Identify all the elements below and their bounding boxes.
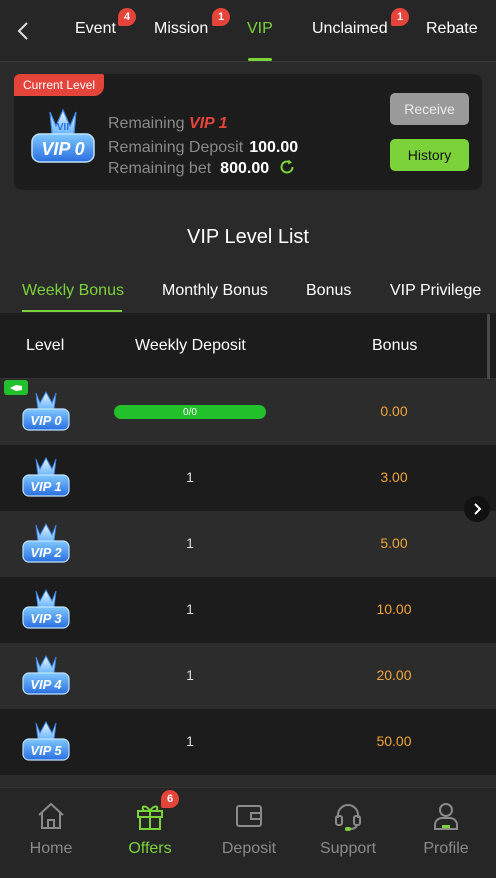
table-row: VIP 1 1 3.00 bbox=[0, 445, 496, 511]
vip-1-badge-icon: VIP 1 bbox=[22, 456, 70, 497]
top-nav: Event 4 Mission 1 VIP Unclaimed 1 Rebate bbox=[0, 0, 496, 62]
chevron-left-icon bbox=[17, 22, 28, 40]
home-icon bbox=[38, 802, 64, 829]
deposit-value: 1 bbox=[186, 601, 194, 617]
headset-icon bbox=[335, 804, 361, 831]
mission-badge: 1 bbox=[212, 8, 230, 26]
history-button[interactable]: History bbox=[390, 139, 469, 171]
bonus-value: 20.00 bbox=[376, 667, 412, 683]
tab-monthly-bonus[interactable]: Monthly Bonus bbox=[162, 282, 268, 300]
nav-deposit-label: Deposit bbox=[221, 840, 277, 857]
vip-3-badge-icon: VIP 3 bbox=[22, 588, 70, 629]
bonus-value: 3.00 bbox=[380, 469, 408, 485]
remaining-deposit-line: Remaining Deposit 100.00 bbox=[108, 139, 299, 156]
chevron-right-icon bbox=[474, 503, 482, 515]
offers-badge: 6 bbox=[161, 790, 179, 808]
remaining-deposit-value: 100.00 bbox=[249, 139, 299, 156]
deposit-value: 1 bbox=[186, 667, 194, 683]
svg-text:VII: VII bbox=[57, 122, 69, 133]
nav-home[interactable]: Home bbox=[6, 788, 96, 878]
scroll-right-button[interactable] bbox=[464, 496, 490, 522]
tab-mission[interactable]: Mission bbox=[154, 20, 208, 38]
event-badge: 4 bbox=[118, 8, 136, 26]
weekly-deposit-progress-bar: 0/0 bbox=[114, 405, 266, 419]
vip-4-badge-icon: VIP 4 bbox=[22, 654, 70, 695]
vip-level-badge-text: VIP 0 bbox=[41, 139, 84, 159]
svg-text:VIP 5: VIP 5 bbox=[30, 743, 62, 758]
table-row: VIP 2 1 5.00 bbox=[0, 511, 496, 577]
table-row-partial bbox=[0, 775, 496, 787]
column-level: Level bbox=[26, 337, 65, 354]
svg-text:VIP 3: VIP 3 bbox=[30, 611, 62, 626]
receive-button[interactable]: Receive bbox=[390, 93, 469, 125]
unclaimed-badge: 1 bbox=[391, 8, 409, 26]
table-header: Level Weekly Deposit Bonus bbox=[0, 313, 496, 379]
vip-2-badge-icon: VIP 2 bbox=[22, 522, 70, 563]
weekly-bonus-underline bbox=[22, 310, 122, 312]
svg-text:VIP 0: VIP 0 bbox=[30, 413, 62, 428]
tab-unclaimed[interactable]: Unclaimed bbox=[312, 20, 388, 38]
progress-text: 0/0 bbox=[183, 406, 197, 418]
bottom-nav: Home 6 Offers Deposit Support Profile bbox=[0, 787, 496, 878]
remaining-level-line: Remaining VIP 1 bbox=[108, 115, 228, 132]
vip-5-badge-icon: VIP 5 bbox=[22, 720, 70, 761]
tab-weekly-bonus[interactable]: Weekly Bonus bbox=[22, 282, 124, 300]
user-icon bbox=[434, 803, 458, 830]
nav-support-label: Support bbox=[319, 840, 377, 857]
vip-level-list-title: VIP Level List bbox=[187, 226, 309, 248]
table-row: VIP 5 1 50.00 bbox=[0, 709, 496, 775]
current-level-card: Current Level VII VIP 0 Remaining VIP 1 … bbox=[14, 74, 482, 190]
svg-text:VIP 4: VIP 4 bbox=[30, 677, 62, 692]
deposit-value: 1 bbox=[186, 733, 194, 749]
nav-profile[interactable]: Profile bbox=[401, 788, 491, 878]
nav-offers-label: Offers bbox=[128, 840, 172, 857]
tab-bonus[interactable]: Bonus bbox=[306, 282, 351, 300]
column-weekly-deposit: Weekly Deposit bbox=[135, 337, 246, 354]
wallet-icon bbox=[236, 805, 262, 827]
bonus-value: 50.00 bbox=[376, 733, 412, 749]
table-row: VIP 0 0/0 0.00 bbox=[0, 379, 496, 445]
tab-event[interactable]: Event bbox=[75, 20, 116, 38]
column-bonus: Bonus bbox=[372, 337, 418, 354]
nav-home-label: Home bbox=[29, 840, 73, 857]
tab-vip[interactable]: VIP bbox=[247, 20, 273, 38]
tab-vip-privilege[interactable]: VIP Privilege bbox=[390, 282, 481, 300]
nav-support[interactable]: Support bbox=[303, 788, 393, 878]
remaining-bet-value: 800.00 bbox=[220, 160, 270, 177]
deposit-value: 1 bbox=[186, 469, 194, 485]
remaining-bet-line: Remaining bet 800.00 bbox=[108, 158, 296, 178]
tab-vip-underline bbox=[248, 58, 272, 61]
vip-0-badge-icon: VIP 0 bbox=[22, 390, 70, 431]
bonus-value: 0.00 bbox=[380, 403, 408, 419]
nav-profile-label: Profile bbox=[423, 840, 469, 857]
deposit-value: 1 bbox=[186, 535, 194, 551]
nav-deposit[interactable]: Deposit bbox=[204, 788, 294, 878]
nav-offers[interactable]: 6 Offers bbox=[105, 788, 195, 878]
table-row: VIP 3 1 10.00 bbox=[0, 577, 496, 643]
bonus-value: 10.00 bbox=[376, 601, 412, 617]
back-button[interactable] bbox=[8, 16, 38, 46]
table-row: VIP 4 1 20.00 bbox=[0, 643, 496, 709]
svg-text:VIP 2: VIP 2 bbox=[30, 545, 62, 560]
bonus-value: 5.00 bbox=[380, 535, 408, 551]
tab-rebate[interactable]: Rebate bbox=[426, 20, 478, 38]
svg-text:VIP 1: VIP 1 bbox=[30, 479, 61, 494]
vip-level-badge-icon: VII VIP 0 bbox=[31, 108, 95, 163]
current-level-pointer-icon bbox=[4, 380, 28, 395]
refresh-icon[interactable] bbox=[278, 158, 296, 176]
next-level-value: VIP 1 bbox=[188, 115, 228, 132]
current-level-tag: Current Level bbox=[14, 74, 105, 96]
